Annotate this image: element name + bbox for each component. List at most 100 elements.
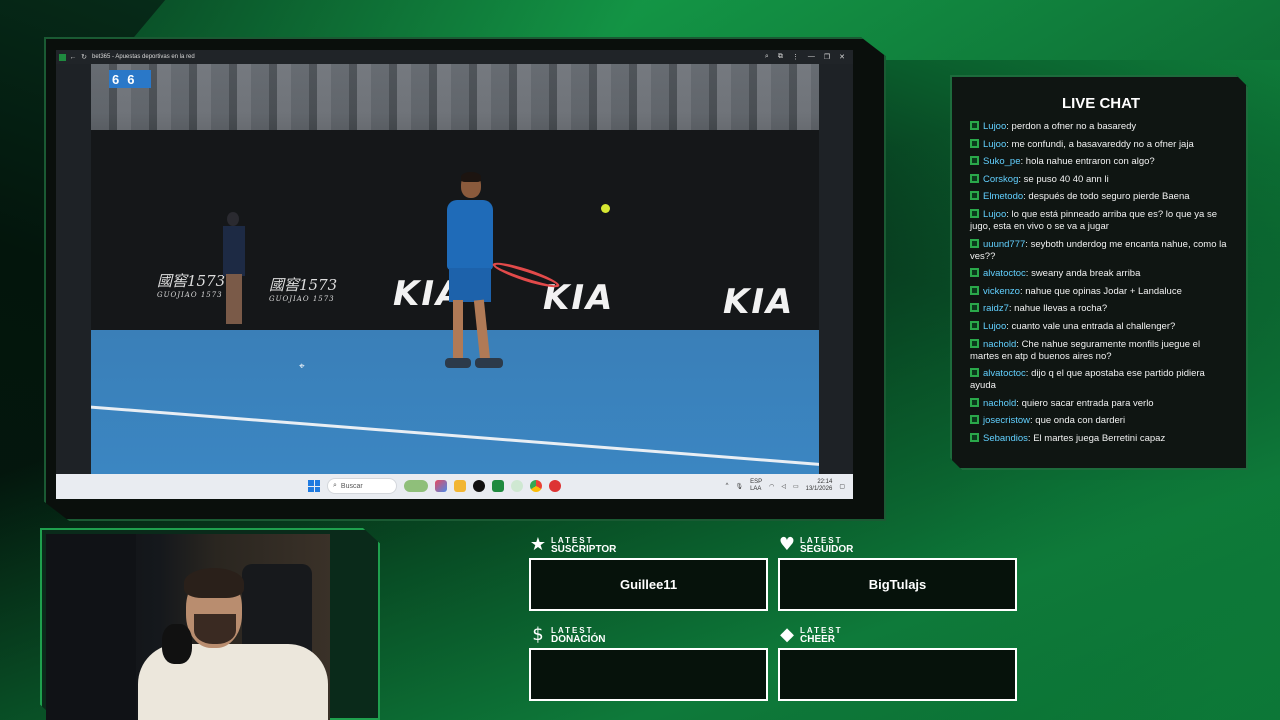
taskbar-clock[interactable]: 22:14 13/1/2026 xyxy=(806,479,833,493)
chat-message: nachold: quiero sacar entrada para verlo xyxy=(970,397,1230,410)
subscriber-badge-icon xyxy=(970,303,979,313)
sponsor-logo-1: 國窖1573 GUOJIAO 1573 xyxy=(157,272,226,299)
volume-icon[interactable]: ◁ xyxy=(781,483,786,490)
chat-message: Lujoo: lo que está pinneado arriba que e… xyxy=(970,208,1230,233)
subscriber-badge-icon xyxy=(970,338,979,348)
menu-icon[interactable]: ⋮ xyxy=(792,53,799,61)
chat-text: nahue que opinas Jodar + Landaluce xyxy=(1025,285,1182,297)
chat-text: me confundi, a basavareddy no a ofner ja… xyxy=(1011,138,1194,150)
chat-message: Corskog: se puso 40 40 ann li xyxy=(970,173,1230,186)
subscriber-badge-icon xyxy=(970,121,979,130)
latest-subscriber-widget: ★ LATEST SUSCRIPTOR Guillee11 xyxy=(529,536,768,611)
ball-kid xyxy=(219,212,247,332)
bet365-app-icon[interactable] xyxy=(492,480,504,492)
kia-logo-3: KIA xyxy=(723,282,795,322)
zoom-icon[interactable]: ⌕ xyxy=(765,53,769,61)
language-indicator[interactable]: ESP LAA xyxy=(750,479,762,493)
chat-message: alvatoctoc: dijo q el que apostaba ese p… xyxy=(970,368,1230,392)
chat-username[interactable]: Lujoo xyxy=(983,321,1006,332)
chat-message: Lujoo: me confundi, a basavareddy no a o… xyxy=(970,138,1230,151)
chat-text: hola nahue entraron con algo? xyxy=(1025,156,1155,168)
subscriber-badge-icon xyxy=(970,173,979,183)
subscriber-badge-icon xyxy=(970,368,979,378)
browser-titlebar: ← ↻ bet365 - Apuestas deportivas en la r… xyxy=(56,50,853,64)
back-icon[interactable]: ← xyxy=(69,53,77,61)
chat-message: nachold: Che nahue seguramente monfils j… xyxy=(970,338,1230,363)
diamond-icon: ◆ xyxy=(780,624,794,645)
chat-text: cuanto vale una entrada al challenger? xyxy=(1011,320,1176,332)
chat-username[interactable]: nachold xyxy=(983,339,1016,350)
browser-window: ← ↻ bet365 - Apuestas deportivas en la r… xyxy=(56,50,853,499)
chat-text: después de todo seguro pierde Baena xyxy=(1028,191,1190,203)
chrome-icon[interactable] xyxy=(530,480,542,492)
latest-subscriber-value: Guillee11 xyxy=(529,558,768,611)
heart-icon: ♥ xyxy=(778,534,796,555)
score-set-2: 6 xyxy=(127,71,135,87)
chat-username[interactable]: uuund777 xyxy=(983,239,1025,250)
minimize-icon[interactable]: — xyxy=(808,53,815,61)
file-explorer-icon[interactable] xyxy=(454,480,466,492)
chat-message: Lujoo: perdon a ofner no a basaredy xyxy=(970,121,1230,133)
subscriber-badge-icon xyxy=(970,397,979,407)
wifi-icon[interactable]: ◠ xyxy=(769,483,774,490)
latest-donation-value xyxy=(529,648,768,701)
windows-start-icon[interactable] xyxy=(308,480,320,492)
site-favicon xyxy=(59,53,66,61)
subscriber-badge-icon xyxy=(970,432,979,442)
chat-text: que onda con darderi xyxy=(1035,415,1126,427)
latest-follower-value: BigTulajs xyxy=(778,558,1017,611)
chat-title: LIVE CHAT xyxy=(1061,95,1141,112)
chat-username[interactable]: vickenzo xyxy=(983,286,1020,297)
star-icon: ★ xyxy=(529,534,547,555)
chat-username[interactable]: Elmetodo xyxy=(983,191,1023,202)
chat-username[interactable]: Corskog xyxy=(983,174,1018,185)
subscriber-badge-icon xyxy=(970,268,979,278)
chat-username[interactable]: josecristow xyxy=(983,415,1030,426)
chat-text: El martes juega Berretini capaz xyxy=(1033,432,1166,444)
chat-text: nahue llevas a rocha? xyxy=(1014,303,1108,315)
chat-message: Suko_pe: hola nahue entraron con algo? xyxy=(970,156,1230,168)
chat-username[interactable]: Lujoo xyxy=(983,209,1006,220)
chat-username[interactable]: Sebandios xyxy=(983,433,1028,444)
chat-username[interactable]: nachold xyxy=(983,398,1016,409)
chat-text: quiero sacar entrada para verlo xyxy=(1021,397,1154,409)
chat-message: Elmetodo: después de todo seguro pierde … xyxy=(970,191,1230,203)
live-chat-panel: LIVE CHAT Lujoo: perdon a ofner no a bas… xyxy=(950,75,1248,470)
chat-message: josecristow: que onda con darderi xyxy=(970,415,1230,427)
chat-username[interactable]: alvatoctoc xyxy=(983,268,1026,279)
extensions-icon[interactable]: ⧉ xyxy=(778,53,783,61)
taskbar-search[interactable]: ⌕ Buscar xyxy=(327,478,397,494)
tiktok-icon[interactable] xyxy=(473,480,485,492)
windows-taskbar: ⌕ Buscar ^ 🎙 ESP LAA ◠ ◁ ▭ 22:14 13/1/20… xyxy=(56,474,853,499)
live-video-stream[interactable]: 6 6 國窖1573 GUOJIAO 1573 國窖1573 GUOJIAO 1… xyxy=(91,64,819,474)
tray-chevron-icon[interactable]: ^ xyxy=(726,483,729,489)
chat-username[interactable]: alvatoctoc xyxy=(983,368,1026,379)
subscriber-badge-icon xyxy=(970,238,979,248)
copilot-icon[interactable] xyxy=(435,480,447,492)
dollar-icon: $ xyxy=(532,624,544,645)
chat-username[interactable]: Lujoo xyxy=(983,139,1006,150)
subscriber-badge-icon xyxy=(970,285,979,295)
webcam-feed xyxy=(46,534,330,720)
app-notification-icon[interactable] xyxy=(549,480,561,492)
weather-widget-icon[interactable] xyxy=(404,480,428,492)
sponsor-logo-2: 國窖1573 GUOJIAO 1573 xyxy=(269,276,338,303)
battery-icon[interactable]: ▭ xyxy=(793,483,799,490)
app-icon[interactable] xyxy=(511,480,523,492)
chat-message: alvatoctoc: sweany anda break arriba xyxy=(970,268,1230,280)
mic-icon[interactable]: 🎙 xyxy=(735,483,743,490)
stadium-stands xyxy=(91,64,819,134)
subscriber-badge-icon xyxy=(970,415,979,425)
chat-message: Lujoo: cuanto vale una entrada al challe… xyxy=(970,320,1230,333)
chat-username[interactable]: raidz7 xyxy=(983,303,1009,314)
chat-username[interactable]: Lujoo xyxy=(983,121,1006,132)
latest-cheer-value xyxy=(778,648,1017,701)
reload-icon[interactable]: ↻ xyxy=(80,53,88,61)
close-icon[interactable]: ✕ xyxy=(839,53,845,61)
notifications-icon[interactable]: ▢ xyxy=(839,483,845,490)
subscriber-badge-icon xyxy=(970,208,979,218)
chat-username[interactable]: Suko_pe xyxy=(983,156,1021,167)
restore-icon[interactable]: ❐ xyxy=(824,53,830,61)
mouse-cursor-icon: ⌖ xyxy=(299,361,305,372)
chat-message: uuund777: seyboth underdog me encanta na… xyxy=(970,238,1230,263)
